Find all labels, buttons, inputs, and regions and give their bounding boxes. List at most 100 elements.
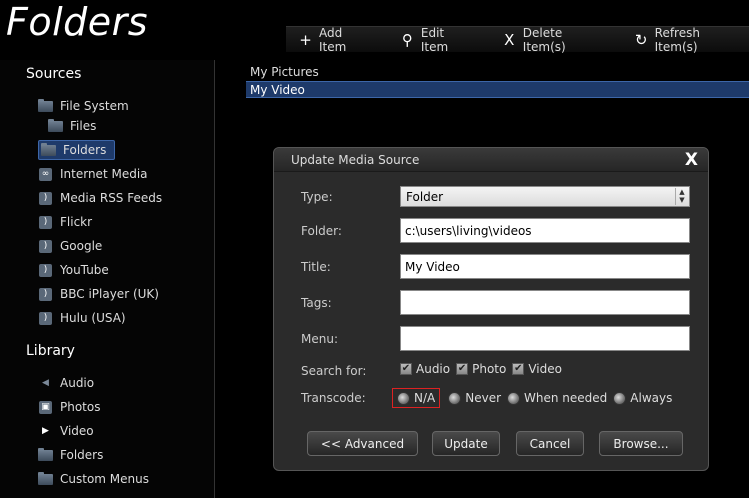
folder-icon-shape [38, 98, 53, 112]
transcode-when-needed-radio[interactable]: When needed [507, 389, 607, 407]
rss-icon-shape: ) [39, 263, 52, 277]
folder-icon [48, 118, 63, 132]
title-input[interactable] [400, 254, 690, 279]
library-item-folders[interactable]: Folders [38, 445, 103, 465]
close-icon[interactable]: X [685, 150, 698, 170]
type-select[interactable]: Folder ▲ ▼ [400, 186, 690, 207]
edit-item-button[interactable]: ⚲ Edit Item [392, 25, 480, 54]
sidebar-item-youtube[interactable]: ) YouTube [38, 260, 109, 280]
folder-input[interactable] [400, 218, 690, 243]
menu-input[interactable] [400, 326, 690, 351]
radio-dot [397, 391, 410, 405]
sidebar-item-label: BBC iPlayer (UK) [60, 287, 159, 301]
video-icon-shape: ▶ [42, 425, 49, 436]
delete-items-button[interactable]: X Delete Item(s) [494, 25, 612, 54]
library-heading: Library [26, 343, 75, 359]
checkbox-label: Video [528, 362, 562, 376]
transcode-n-a-radio[interactable]: N/A [392, 388, 441, 408]
search-for-label: Search for: [301, 364, 367, 378]
tags-label: Tags: [301, 296, 332, 310]
search-video-checkbox[interactable]: ✔ Video [512, 362, 562, 376]
rss-icon: ) [38, 311, 53, 325]
sidebar-item-label: Folders [63, 143, 107, 157]
library-item-custom-menus[interactable]: Custom Menus [38, 469, 149, 489]
advanced-button[interactable]: << Advanced [307, 431, 418, 456]
library-item-label: Video [60, 424, 94, 438]
folder-icon [38, 98, 53, 112]
rss-icon: ) [38, 239, 53, 253]
browse-button[interactable]: Browse... [599, 431, 683, 456]
sidebar-item-folders[interactable]: Folders [38, 140, 116, 160]
sidebar-item-files[interactable]: Files [48, 116, 96, 136]
edit-item-button-label: Edit Item [420, 25, 449, 54]
sidebar-item-hulu-usa[interactable]: ) Hulu (USA) [38, 308, 126, 328]
list-item[interactable]: My Pictures [246, 64, 749, 81]
sidebar-item-google[interactable]: ) Google [38, 236, 102, 256]
sidebar-item-label: Flickr [60, 215, 93, 229]
transcode-never-radio[interactable]: Never [448, 389, 501, 407]
sidebar-item-file-system[interactable]: File System [38, 96, 129, 116]
magnifier-icon: ⚲ [401, 30, 413, 49]
search-photo-checkbox[interactable]: ✔ Photo [456, 362, 506, 376]
checkbox-box: ✔ [456, 363, 469, 375]
type-label: Type: [301, 190, 333, 204]
page-title: Folders [6, 0, 149, 44]
speaker-icon: ◀ [38, 377, 53, 389]
list-item[interactable]: My Video [246, 81, 749, 98]
library-item-audio[interactable]: ◀ Audio [38, 373, 94, 393]
rss-icon-shape: ) [39, 215, 52, 229]
refresh-items-button[interactable]: ↻ Refresh Item(s) [626, 25, 749, 54]
rss-icon: ) [38, 263, 53, 277]
folder-label: Folder: [301, 224, 342, 238]
sidebar-item-media-rss-feeds[interactable]: ) Media RSS Feeds [38, 188, 162, 208]
radio-dot [613, 391, 627, 405]
checkbox-box: ✔ [512, 363, 525, 375]
library-item-video[interactable]: ▶ Video [38, 421, 94, 441]
sidebar-item-label: Google [60, 239, 103, 253]
folder-icon-shape [38, 471, 53, 485]
photo-icon-shape: ▣ [39, 400, 52, 414]
search-audio-checkbox[interactable]: ✔ Audio [400, 362, 450, 376]
menu-label: Menu: [301, 332, 338, 346]
library-item-photos[interactable]: ▣ Photos [38, 397, 100, 417]
x-icon: X [504, 30, 515, 49]
checkbox-label: Photo [472, 362, 507, 376]
rss-icon: ) [38, 191, 53, 205]
folder-icon-shape [48, 118, 63, 132]
rss-icon-shape: ) [39, 311, 52, 325]
search-for-group: ✔ Audio ✔ Photo ✔ Video [400, 362, 568, 376]
refresh-items-button-label: Refresh Item(s) [654, 25, 700, 54]
sidebar-item-label: Hulu (USA) [60, 311, 126, 325]
rss-icon-shape: ) [39, 191, 52, 205]
radio-label: Never [465, 391, 502, 405]
sidebar-item-label: Media RSS Feeds [60, 191, 163, 205]
speaker-icon-shape: ◀ [42, 377, 49, 388]
update-button[interactable]: Update [432, 431, 500, 456]
folder-icon-shape [38, 447, 53, 461]
checkbox-box: ✔ [400, 363, 412, 375]
sidebar-item-internet-media[interactable]: ∞ Internet Media [38, 164, 148, 184]
sidebar-item-bbc-iplayer-uk[interactable]: ) BBC iPlayer (UK) [38, 284, 159, 304]
rss-icon: ) [38, 215, 53, 229]
transcode-always-radio[interactable]: Always [613, 389, 672, 407]
select-arrows-icon: ▲ ▼ [675, 188, 688, 205]
radio-label: Always [630, 391, 673, 405]
sidebar-item-label: Files [70, 119, 97, 133]
folder-icon [38, 471, 53, 485]
tags-input[interactable] [400, 290, 690, 315]
library-item-label: Audio [60, 376, 95, 390]
library-item-label: Folders [60, 448, 104, 462]
radio-label: When needed [524, 391, 608, 405]
library-item-label: Custom Menus [60, 472, 149, 486]
sidebar-item-flickr[interactable]: ) Flickr [38, 212, 92, 232]
rss-icon-shape: ) [39, 239, 52, 253]
delete-items-button-label: Delete Item(s) [522, 25, 566, 54]
radio-dot [448, 391, 462, 405]
cancel-button[interactable]: Cancel [516, 431, 584, 456]
radio-label: N/A [414, 391, 436, 405]
dialog-title: Update Media Source [291, 153, 420, 167]
add-item-button[interactable]: + Add Item [290, 26, 378, 54]
sidebar-item-label: File System [60, 99, 129, 113]
toolbar: + Add Item ⚲ Edit Item X Delete Item(s) ↻ Refre… [286, 25, 749, 54]
sidebar-item-label: Internet Media [60, 167, 148, 181]
